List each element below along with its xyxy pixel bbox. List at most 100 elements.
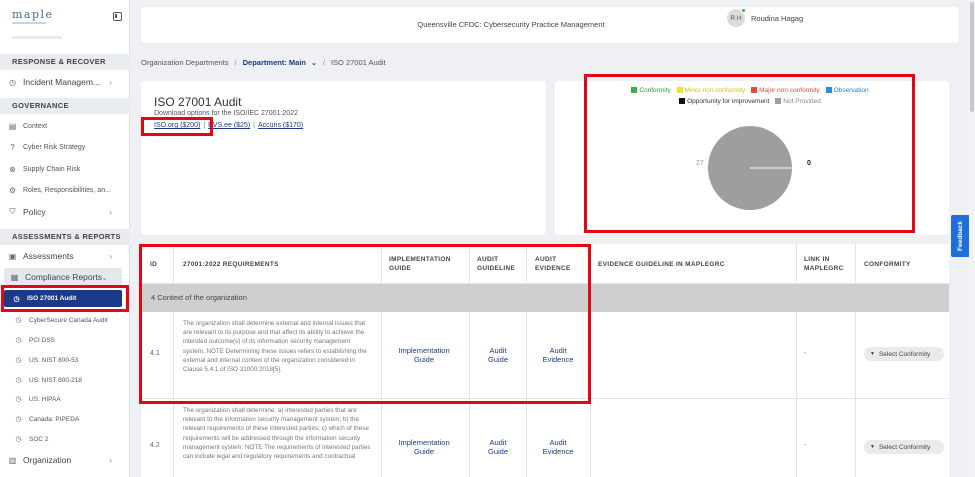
legend-item-minor[interactable]: Minor non conformity (676, 86, 745, 94)
col-header-line: AUDIT (477, 256, 499, 263)
sidebar-item-label: SOC 2 (29, 435, 49, 443)
sidebar-collapse-icon[interactable] (113, 12, 122, 21)
sidebar-item-label: CyberSecure Canada Audit (29, 316, 108, 324)
sidebar-item-assessments[interactable]: ▣ Assessments › (8, 247, 126, 265)
clock-icon: ◷ (15, 396, 22, 403)
legend-label: Opportunity for improvement (687, 98, 770, 105)
logo-underline (12, 22, 46, 24)
legend-label: Observation (833, 87, 869, 94)
report-icon: ▦ (10, 272, 19, 282)
link-line: Guide (413, 447, 434, 456)
implementation-guide-link[interactable]: Implementation Guide (389, 346, 459, 364)
audit-guide-link[interactable]: Audit Guide (477, 438, 519, 456)
clock-icon: ◷ (15, 337, 22, 344)
sidebar-item-pipeda[interactable]: ◷ Canada: PIPEDA (14, 410, 132, 428)
sidebar-item-cyber-risk[interactable]: ? Cyber Risk Strategy (8, 138, 126, 156)
section-response-recover: RESPONSE & RECOVER (0, 54, 130, 70)
sidebar-item-label: Context (23, 122, 48, 130)
sidebar-item-label: US: NIST 800-53 (29, 356, 79, 364)
clock-icon: ◷ (15, 436, 22, 443)
gear-icon: ⚙ (8, 185, 17, 195)
feedback-button[interactable]: Feedback (951, 215, 970, 257)
implementation-guide-link[interactable]: Implementation Guide (389, 438, 459, 456)
legend-item-opportunity[interactable]: Opportunity for improvement (679, 97, 770, 105)
sidebar-item-incident[interactable]: ◷ Incident Managem... › (8, 73, 126, 91)
link-evs-ee[interactable]: EVS.ee ($25) (208, 122, 250, 129)
col-header-evidence-guideline: EVIDENCE GUIDELINE IN MAPLEGRC (598, 260, 725, 268)
clock-icon: ◷ (15, 416, 22, 423)
legend-item-major[interactable]: Major non conformity (751, 86, 820, 94)
conformity-select-value: Select Conformity (878, 350, 931, 358)
sidebar-item-label: Canada: PIPEDA (29, 415, 80, 423)
pie-label-right: 0 (807, 160, 811, 167)
sidebar-item-nist-800-218[interactable]: ◷ US: NIST 800-218 (14, 371, 132, 389)
row-divider (141, 398, 949, 399)
chevron-down-icon: ⌄ (101, 272, 108, 282)
col-header-link: LINK IN MAPLEGRC (804, 244, 844, 284)
link-accuris[interactable]: Accuris ($170) (258, 122, 303, 129)
legend-swatch (775, 97, 782, 104)
col-header-line: GUIDELINE (477, 265, 516, 272)
col-header-audit-guideline: AUDIT GUIDELINE (477, 244, 515, 284)
link-line: Guide (487, 355, 508, 364)
online-status-dot (741, 8, 746, 13)
sidebar-item-context[interactable]: ▤ Context (8, 117, 126, 135)
sidebar-item-roles[interactable]: ⚙ Roles, Responsibilities, an... (8, 181, 126, 199)
breadcrumb-root[interactable]: Organization Departments (141, 58, 229, 67)
audit-evidence-link[interactable]: Audit Evidence (535, 438, 581, 456)
audit-guide-link[interactable]: Audit Guide (477, 346, 519, 364)
col-header-id: ID (150, 260, 158, 268)
user-name[interactable]: Roudina Hagag (751, 14, 803, 23)
sidebar-item-supply-chain[interactable]: ⊗ Supply Chain Risk (8, 160, 126, 178)
sidebar-divider (12, 36, 62, 39)
risk-icon: ? (10, 142, 15, 152)
link-line: Guide (487, 447, 508, 456)
chevron-right-icon: › (109, 207, 112, 217)
link-icon: ⊗ (9, 164, 16, 174)
column-divider (469, 244, 470, 477)
link-separator: | (203, 122, 206, 129)
sidebar-item-label: Assessments (23, 251, 74, 261)
sidebar-item-nist-800-53[interactable]: ◷ US: NIST 800-53 (14, 351, 132, 369)
conformity-select[interactable]: ▼ Select Conformity (864, 440, 944, 454)
link-line: Implementation (398, 346, 450, 355)
link-line: Evidence (542, 447, 574, 456)
sidebar-item-compliance-reports[interactable]: ▦ Compliance Reports ⌄ (4, 268, 122, 286)
col-header-implementation-guide: IMPLEMENTATION GUIDE (389, 244, 451, 284)
legend-label: Not Provided (783, 98, 821, 105)
sidebar-item-organization[interactable]: ▥ Organization › (8, 451, 126, 469)
legend-item-observation[interactable]: Observation (825, 86, 869, 94)
sidebar-item-policy[interactable]: ⛉ Policy › (8, 203, 126, 221)
building-icon: ▥ (8, 455, 17, 465)
breadcrumb-current: ISO 27001 Audit (330, 58, 386, 67)
link-iso-org[interactable]: ISO.org ($200) (154, 122, 200, 129)
sidebar-item-label: ISO 27001 Audit (27, 295, 77, 302)
sidebar-item-soc2[interactable]: ◷ SOC 2 (14, 430, 132, 448)
legend-swatch (751, 86, 758, 93)
group-row-context: 4 Context of the organization (141, 284, 949, 312)
section-governance: GOVERNANCE (0, 98, 130, 114)
legend-item-not-provided[interactable]: Not Provided (775, 97, 821, 105)
column-divider (590, 244, 591, 477)
section-assessments-reports: ASSESSMENTS & REPORTS (0, 229, 130, 245)
clock-icon: ◷ (15, 377, 22, 384)
audit-evidence-link[interactable]: Audit Evidence (535, 346, 581, 364)
chart-legend: Conformity Minor non conformity Major no… (590, 85, 910, 107)
legend-swatch (631, 86, 638, 93)
sidebar-item-hipaa[interactable]: ◷ US: HIPAA (14, 390, 132, 408)
clock-icon: ◷ (13, 295, 20, 303)
conformity-select[interactable]: ▼ Select Conformity (864, 347, 944, 361)
sidebar-item-pci-dss[interactable]: ◷ PCI DSS (14, 331, 132, 349)
clipboard-icon: ▣ (8, 251, 17, 261)
link-line: Audit (489, 346, 507, 355)
row-id: 4.1 (150, 350, 160, 357)
scrollbar-thumb[interactable] (970, 2, 974, 112)
legend-item-conformity[interactable]: Conformity (631, 86, 671, 94)
app-logo[interactable]: maple (12, 8, 54, 21)
sidebar-item-iso-27001[interactable]: ◷ ISO 27001 Audit (4, 290, 122, 307)
department-dropdown[interactable]: Department: Main (243, 58, 306, 67)
link-line: Audit (489, 438, 507, 447)
sidebar-item-cybersecure-canada[interactable]: ◷ CyberSecure Canada Audit (14, 311, 132, 329)
chevron-down-icon[interactable]: ⌄ (311, 59, 317, 67)
breadcrumb: Organization Departments / Department: M… (141, 58, 386, 67)
